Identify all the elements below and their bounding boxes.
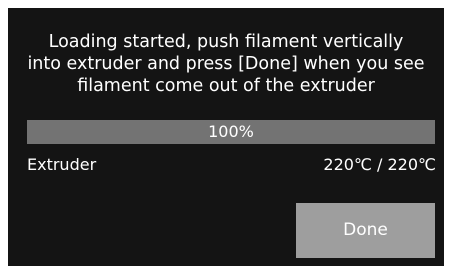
extruder-label: Extruder bbox=[27, 155, 97, 174]
progress-percent: 100% bbox=[208, 122, 254, 141]
instruction-message: Loading started, push filament verticall… bbox=[27, 32, 425, 96]
done-button[interactable]: Done bbox=[296, 203, 435, 258]
loading-dialog: Loading started, push filament verticall… bbox=[8, 8, 444, 266]
extruder-temperature: 220℃ / 220℃ bbox=[323, 155, 436, 174]
progress-bar: 100% bbox=[27, 120, 435, 144]
